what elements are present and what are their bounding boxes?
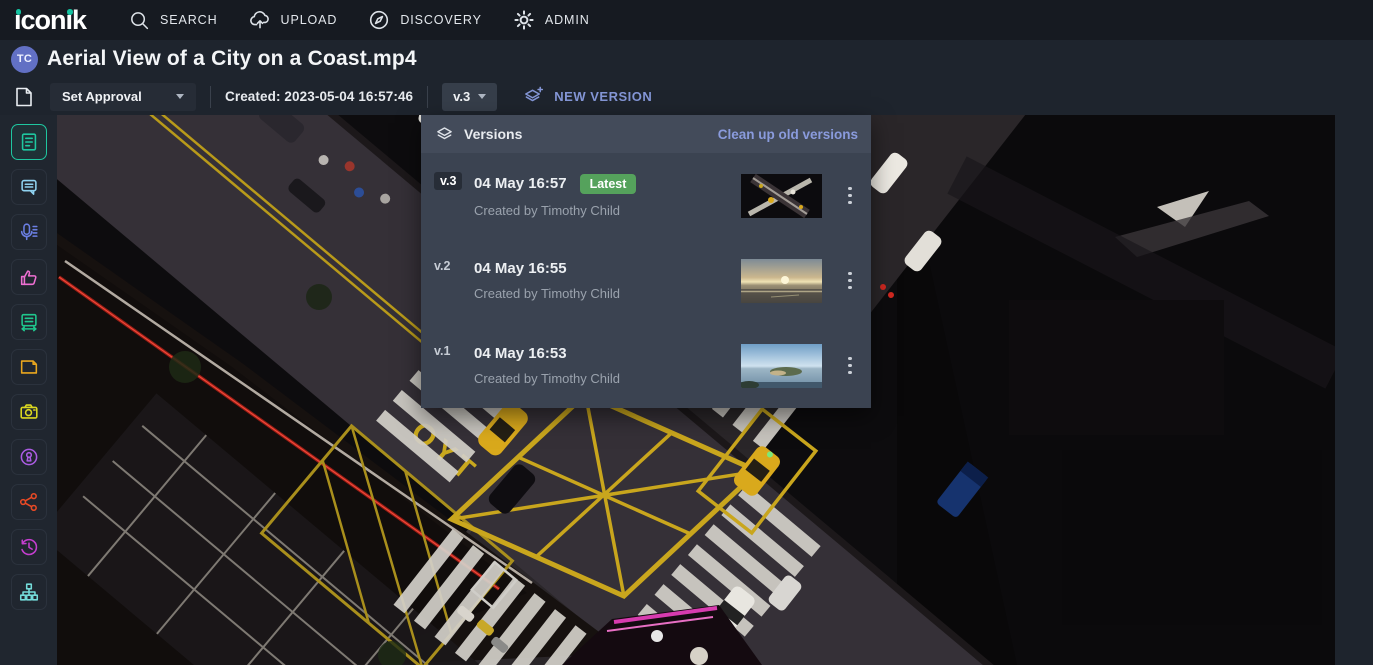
document-lines-icon: [18, 131, 40, 153]
kebab-menu[interactable]: [842, 268, 858, 294]
version-row[interactable]: v.2 04 May 16:55 Created by Timothy Chil…: [421, 238, 871, 323]
versions-panel: Versions Clean up old versions v.3 04 Ma…: [421, 115, 871, 408]
version-dropdown-label: v.3: [453, 89, 470, 104]
sitemap-icon: [18, 581, 40, 603]
layers-plus-icon: [522, 85, 545, 108]
versions-panel-header: Versions Clean up old versions: [421, 115, 871, 153]
nav-discovery[interactable]: DISCOVERY: [367, 8, 482, 32]
logo-text: ıconık: [14, 5, 86, 35]
layers-icon: [434, 124, 455, 145]
sidebar-item-metadata[interactable]: [11, 124, 47, 160]
sidebar-item-history[interactable]: [11, 529, 47, 565]
version-created-by: Created by Timothy Child: [474, 203, 741, 218]
new-version-label: NEW VERSION: [554, 89, 652, 104]
version-thumbnail-island-sea[interactable]: [741, 344, 822, 388]
version-thumbnail-sunset-beach[interactable]: [741, 259, 822, 303]
set-approval-dropdown[interactable]: Set Approval: [50, 83, 196, 111]
sidebar-item-comments[interactable]: [11, 169, 47, 205]
sidebar-item-access-control[interactable]: [11, 439, 47, 475]
avatar: TC: [11, 46, 38, 73]
sidebar-item-files[interactable]: [11, 349, 47, 385]
comment-icon: [18, 176, 40, 198]
nav-search[interactable]: SEARCH: [128, 9, 218, 32]
version-created-by: Created by Timothy Child: [474, 371, 741, 386]
compass-icon: [367, 8, 391, 32]
history-clock-icon: [18, 536, 40, 558]
version-dropdown[interactable]: v.3: [442, 83, 497, 111]
microphone-icon: [18, 221, 40, 243]
asset-toolbar: Set Approval Created: 2023-05-04 16:57:4…: [0, 78, 1373, 115]
new-version-button[interactable]: NEW VERSION: [516, 84, 658, 109]
sidebar-item-approvals[interactable]: [11, 259, 47, 295]
upload-cloud-icon: [248, 8, 272, 32]
set-approval-label: Set Approval: [62, 89, 142, 104]
logo-dot-icon: [67, 9, 73, 15]
nav-label: UPLOAD: [281, 13, 338, 27]
versions-panel-title: Versions: [464, 126, 522, 142]
nav-label: ADMIN: [545, 13, 590, 27]
file-icon: [18, 356, 40, 378]
title-row: TC Aerial View of a City on a Coast.mp4: [0, 40, 1373, 78]
version-label: v.1: [434, 344, 450, 358]
keyhole-icon: [18, 446, 40, 468]
logo-dot-icon: [16, 9, 22, 15]
nav-label: SEARCH: [160, 13, 218, 27]
version-label: v.3: [434, 172, 462, 190]
version-date: 04 May 16:57: [474, 175, 567, 192]
latest-badge: Latest: [580, 174, 637, 194]
sidebar-item-keyframes[interactable]: [11, 394, 47, 430]
version-created-by: Created by Timothy Child: [474, 286, 741, 301]
search-icon: [128, 9, 151, 32]
nav-label: DISCOVERY: [400, 13, 482, 27]
top-nav: ıconık SEARCH UPLOAD DISCOVERY ADMIN: [0, 0, 1373, 40]
cleanup-old-versions-link[interactable]: Clean up old versions: [718, 127, 858, 142]
divider: [210, 86, 211, 108]
sidebar-item-relations[interactable]: [11, 574, 47, 610]
kebab-menu[interactable]: [842, 353, 858, 379]
page-title: Aerial View of a City on a Coast.mp4: [47, 47, 417, 71]
kebab-menu[interactable]: [842, 183, 858, 209]
chevron-down-icon: [478, 94, 486, 99]
chevron-down-icon: [176, 94, 184, 99]
thumbs-up-icon: [18, 266, 40, 288]
iconik-logo[interactable]: ıconık: [14, 0, 86, 40]
version-label: v.2: [434, 259, 450, 273]
version-row[interactable]: v.3 04 May 16:57 Latest Created by Timot…: [421, 153, 871, 238]
version-thumbnail-night-intersection[interactable]: [741, 174, 822, 218]
share-icon: [18, 491, 40, 513]
nav-admin[interactable]: ADMIN: [512, 8, 590, 32]
gear-icon: [512, 8, 536, 32]
camera-icon: [18, 401, 40, 423]
sidebar-item-subtitles[interactable]: [11, 304, 47, 340]
document-icon: [12, 85, 36, 109]
subtitles-icon: [18, 311, 40, 333]
divider: [427, 86, 428, 108]
sidebar-item-share[interactable]: [11, 484, 47, 520]
sidebar-item-transcription[interactable]: [11, 214, 47, 250]
nav-upload[interactable]: UPLOAD: [248, 8, 338, 32]
left-sidebar: [0, 115, 57, 665]
version-date: 04 May 16:53: [474, 345, 567, 362]
created-timestamp: Created: 2023-05-04 16:57:46: [225, 89, 413, 104]
version-date: 04 May 16:55: [474, 260, 567, 277]
version-row[interactable]: v.1 04 May 16:53 Created by Timothy Chil…: [421, 323, 871, 408]
